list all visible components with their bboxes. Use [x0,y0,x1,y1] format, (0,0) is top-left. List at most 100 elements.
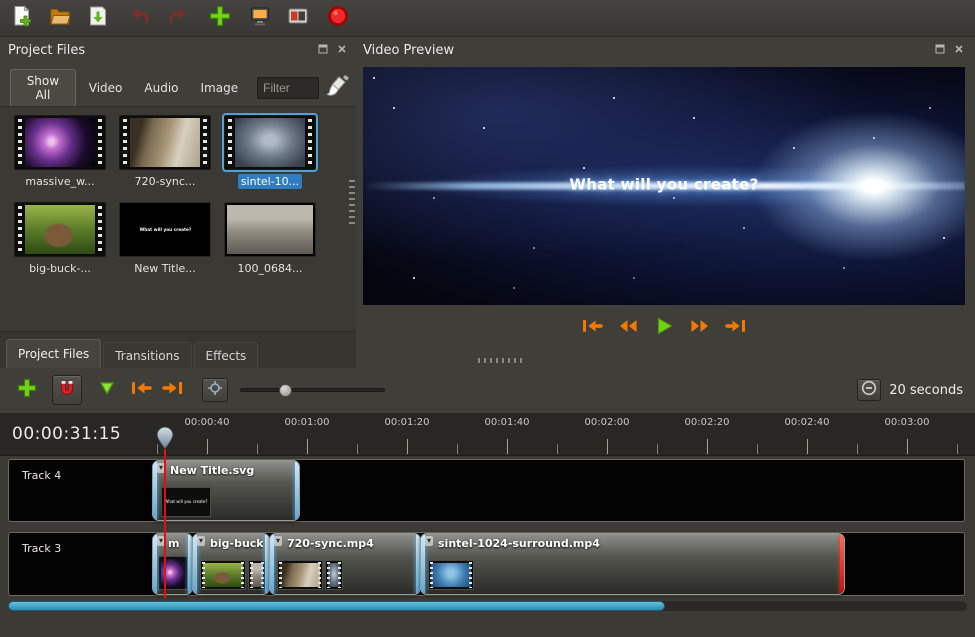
ruler-label: 00:02:20 [667,417,747,428]
rewind-button[interactable] [614,314,642,342]
new-project-icon [11,5,33,31]
file-item-sintel[interactable]: sintel-10... [220,115,320,189]
file-item-new-title[interactable]: What will you create? New Title... [115,202,215,276]
undo-button[interactable] [126,4,154,32]
redo-button[interactable] [164,4,192,32]
export-video-button[interactable] [324,4,352,32]
timeline-scrollbar-track[interactable] [8,601,967,611]
clip-new-title[interactable]: ▾ New Title.svg What will you create? [152,460,300,521]
center-playhead-button[interactable] [202,378,228,402]
import-files-button[interactable] [206,4,234,32]
tools-group [246,4,312,32]
clip-menu-icon[interactable]: ▾ [425,536,433,546]
file-thumbnail [119,115,211,170]
project-files-title: Project Files [8,43,85,58]
track-name-label: Track 3 [22,542,61,555]
previous-marker-button[interactable] [126,375,156,405]
ruler-label: 00:01:20 [367,417,447,428]
clip-big-buck[interactable]: ▾ big-buck- [192,533,270,595]
clip-menu-icon[interactable]: ▾ [197,536,205,546]
clip-720-sync[interactable]: ▾ 720-sync.mp4 [269,533,421,595]
clear-filter-button[interactable] [323,75,350,101]
rewind-icon [618,318,638,338]
filter-show-all-button[interactable]: Show All [10,69,76,107]
float-panel-button[interactable] [316,44,329,57]
save-project-button[interactable] [84,4,112,32]
clip-label: 720-sync.mp4 [287,537,414,550]
clip-sintel[interactable]: ▾ sintel-1024-surround.mp4 [420,533,845,595]
animated-title-button[interactable] [284,4,312,32]
snapping-toggle-button[interactable] [52,375,82,405]
filter-image-button[interactable]: Image [192,77,248,99]
add-marker-icon [98,379,116,401]
file-item-720-sync[interactable]: 720-sync... [115,115,215,189]
close-panel-button[interactable] [335,44,348,57]
video-preview-panel: Video Preview What will you create? [358,38,975,368]
vertical-splitter-handle[interactable] [349,180,355,224]
zoom-slider[interactable] [240,388,385,392]
next-marker-button[interactable] [158,375,188,405]
zoom-scale-label: 20 seconds [889,383,963,398]
animated-title-icon [287,5,309,31]
float-panel-button[interactable] [933,44,946,57]
clip-label: New Title.svg [170,464,293,477]
playhead-time-display: 00:00:31:15 [12,424,121,444]
horizontal-splitter-handle[interactable] [478,358,522,363]
ruler-ticks-major [207,439,975,454]
track-name-label: Track 4 [22,469,61,482]
filter-audio-button[interactable]: Audio [135,77,187,99]
ruler-label: 00:02:00 [567,417,647,428]
clip-massive[interactable]: ▾ m [152,533,193,595]
play-icon [654,316,674,340]
file-thumbnail [224,115,316,170]
clip-thumbnail [325,560,343,590]
tab-project-files[interactable]: Project Files [6,339,101,368]
jump-end-button[interactable] [722,314,750,342]
playhead-marker[interactable] [156,426,174,454]
stars-decoration [373,77,375,79]
file-thumbnail: What will you create? [119,202,211,257]
timeline-ruler[interactable]: 00:00:31:15 00:00:40 00:01:00 00:01:20 0… [0,413,975,456]
file-item-100-0684[interactable]: 100_0684... [220,202,320,276]
main-toolbar [0,0,975,37]
next-marker-icon [162,379,184,401]
file-thumbnail [14,115,106,170]
add-track-button[interactable] [12,375,42,405]
video-preview-frame: What will you create? [363,67,965,305]
fast-forward-button[interactable] [686,314,714,342]
zoom-slider-handle[interactable] [279,384,292,397]
choose-profile-button[interactable] [246,4,274,32]
tab-transitions[interactable]: Transitions [103,342,191,368]
title-thumb-text: What will you create? [139,227,191,232]
open-project-icon [49,5,71,31]
undo-icon [129,5,151,31]
fast-forward-icon [690,318,710,338]
playback-controls [363,314,965,342]
filter-video-button[interactable]: Video [80,77,132,99]
jump-end-icon [725,317,747,339]
filter-input[interactable] [257,77,319,99]
zoom-out-button[interactable] [857,379,881,401]
open-project-button[interactable] [46,4,74,32]
ruler-label: 00:03:00 [867,417,947,428]
clip-thumbnail [277,560,323,590]
clip-label: sintel-1024-surround.mp4 [438,537,838,550]
float-icon [318,43,328,58]
add-marker-button[interactable] [92,375,122,405]
clip-label: big-buck- [210,537,263,550]
close-panel-button[interactable] [952,44,965,57]
file-item-massive[interactable]: massive_w... [10,115,110,189]
clip-menu-icon[interactable]: ▾ [274,536,282,546]
zoom-out-icon [861,380,877,400]
timeline-scrollbar-thumb[interactable] [8,601,665,611]
file-item-big-buck[interactable]: big-buck-... [10,202,110,276]
close-icon [337,43,347,58]
clip-thumbnail [158,556,188,590]
jump-start-button[interactable] [578,314,606,342]
tab-effects[interactable]: Effects [194,342,259,368]
file-label: 100_0684... [235,261,306,276]
file-filter-bar: Show All Video Audio Image [10,74,350,102]
previous-marker-icon [130,379,152,401]
new-project-button[interactable] [8,4,36,32]
play-button[interactable] [650,314,678,342]
